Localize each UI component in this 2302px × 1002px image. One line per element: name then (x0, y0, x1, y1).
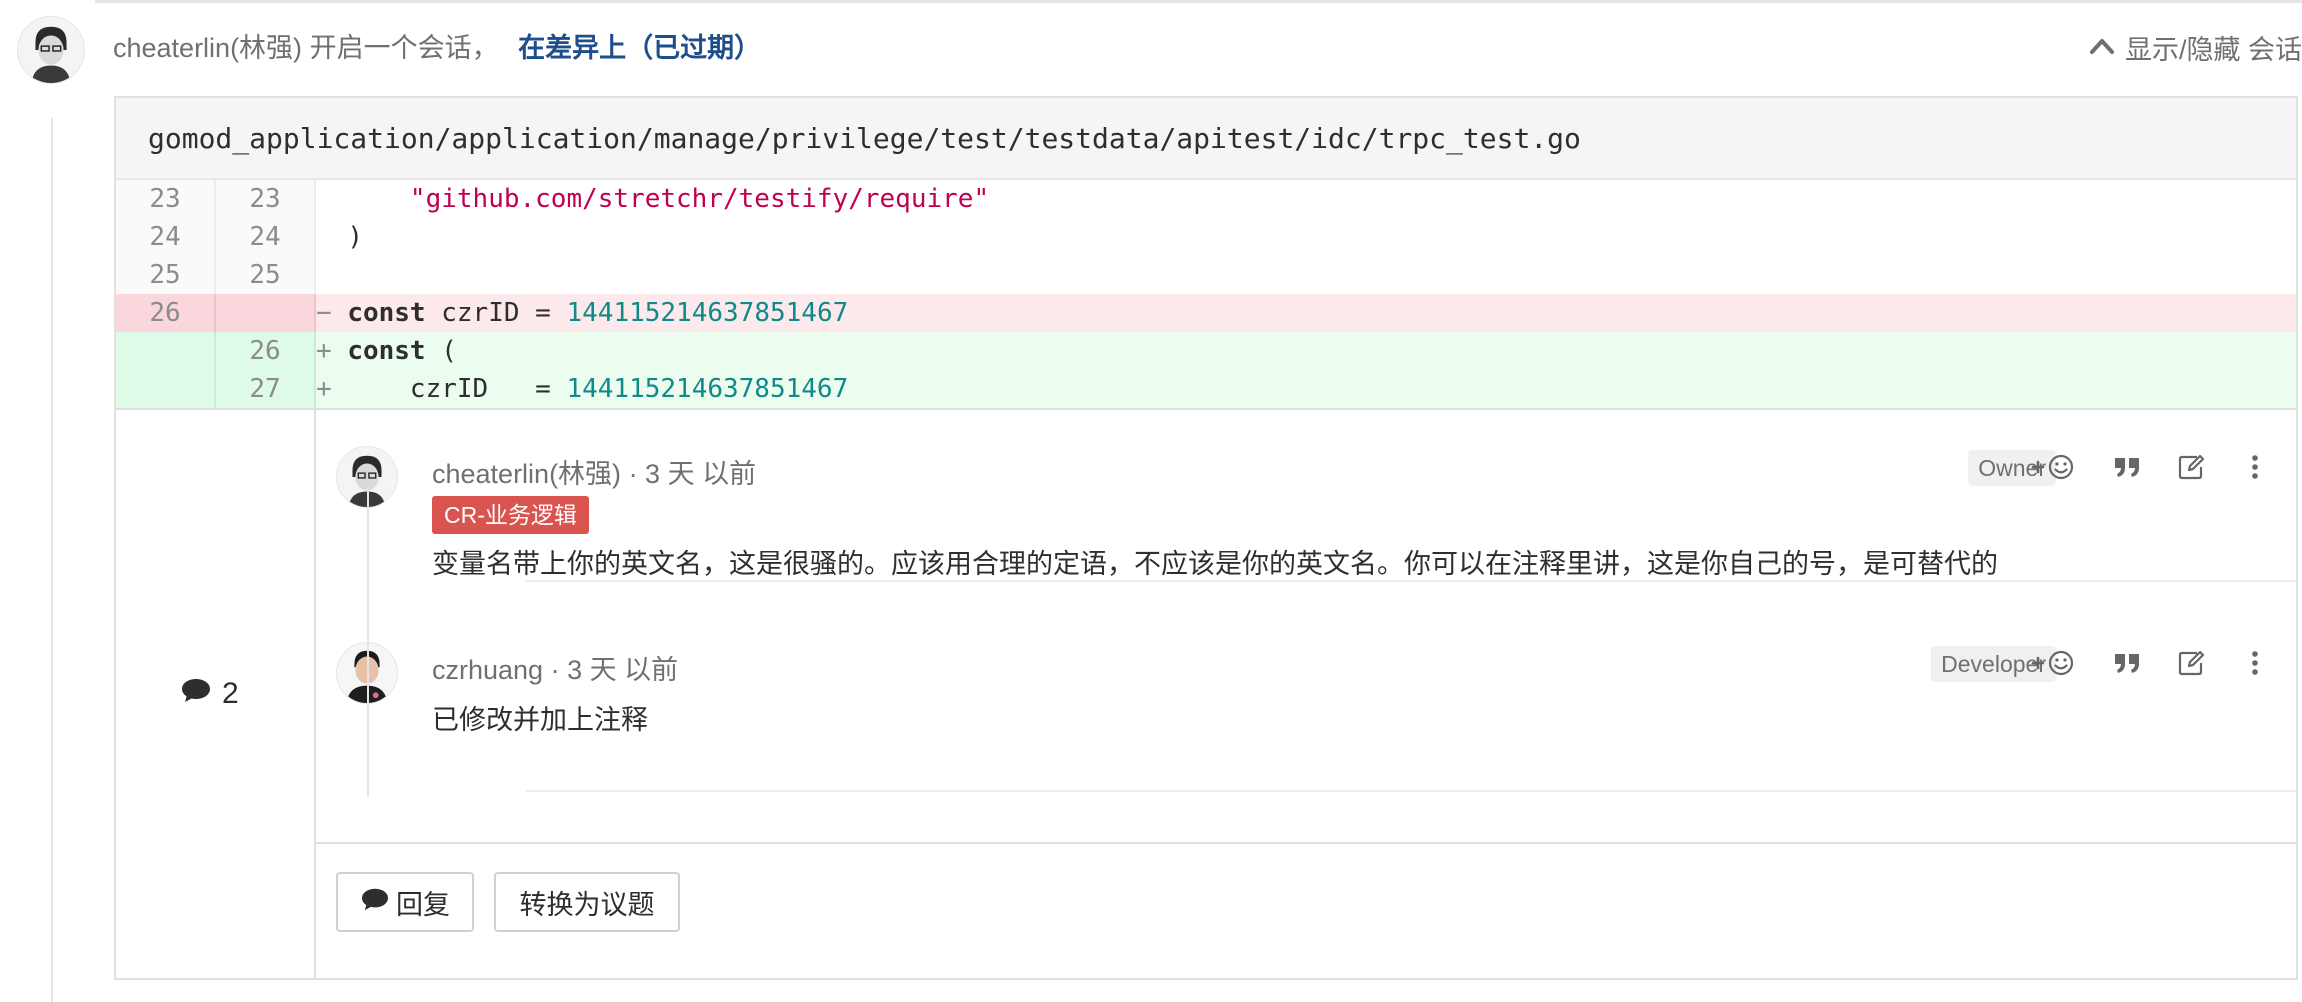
new-line-number[interactable]: 25 (216, 256, 316, 294)
comment-icon (180, 676, 212, 712)
note-author[interactable]: czrhuang (432, 655, 543, 685)
diff-link[interactable]: 在差异上（已过期） (518, 33, 761, 63)
discussion-count-value: 2 (222, 677, 239, 710)
avatar-image (18, 17, 84, 83)
diff-discussion-panel: gomod_application/application/manage/pri… (114, 96, 2298, 980)
add-reaction-icon[interactable] (2028, 648, 2078, 678)
convert-label: 转换为议题 (519, 889, 655, 920)
more-vertical-icon[interactable] (2240, 452, 2270, 482)
code-line: "github.com/stretchr/testify/require" (316, 180, 989, 218)
note-actions (2028, 648, 2270, 678)
old-line-number[interactable]: 23 (116, 180, 216, 218)
new-line-number[interactable]: 26 (216, 332, 316, 370)
discussion-count[interactable]: 2 (180, 676, 239, 712)
note-timestamp[interactable]: · 3 天 以前 (543, 655, 679, 685)
diff-line: 23 23 "github.com/stretchr/testify/requi… (116, 180, 2296, 218)
new-line-number[interactable]: 23 (216, 180, 316, 218)
old-line-number[interactable]: 24 (116, 218, 216, 256)
quote-icon[interactable] (2112, 452, 2142, 482)
diff-line-removed: 26 − const czrID = 144115214637851467 (116, 294, 2296, 332)
discussion-header: cheaterlin(林强) 开启一个会话， 在差异上（已过期） (113, 26, 761, 65)
chevron-up-icon (2089, 32, 2115, 63)
file-path[interactable]: gomod_application/application/manage/pri… (148, 122, 1581, 155)
new-line-number[interactable]: 27 (216, 370, 316, 408)
diff-line-added: 27 + czrID = 144115214637851467 (116, 370, 2296, 408)
author-avatar[interactable] (17, 16, 85, 84)
note-divider (526, 790, 2296, 792)
reply-bar: 回复 转换为议题 (316, 842, 2296, 978)
toggle-discussion-button[interactable]: 显示/隐藏 会话 (2089, 28, 2302, 67)
code-line: + const ( (316, 336, 457, 366)
discussion-area: 2 cheaterlin(林强) · 3 天 以前 Owner CR-业务逻辑 … (116, 408, 2296, 978)
file-header: gomod_application/application/manage/pri… (116, 98, 2296, 180)
code-text: const czrID = 144115214637851467 (347, 298, 849, 328)
diff-line-added: 26 + const ( (116, 332, 2296, 370)
timeline-line (51, 118, 53, 1002)
old-line-number[interactable] (116, 332, 216, 370)
code-line: ) (316, 218, 363, 256)
code-text: "github.com/stretchr/testify/require" (347, 184, 990, 214)
label-badge[interactable]: CR-业务逻辑 (432, 496, 589, 534)
new-line-number[interactable]: 24 (216, 218, 316, 256)
reply-label: 回复 (396, 889, 450, 920)
note-header: czrhuang · 3 天 以前 (432, 648, 678, 687)
note-header: cheaterlin(林强) · 3 天 以前 (432, 452, 756, 491)
code-line: + czrID = 144115214637851467 (316, 374, 849, 404)
toggle-label: 显示/隐藏 会话 (2124, 35, 2302, 65)
note: czrhuang · 3 天 以前 Developer 已修改并加上注释 (316, 642, 2296, 735)
note-divider (526, 580, 2296, 582)
header-action: 开启一个会话， (309, 33, 499, 63)
edit-icon[interactable] (2176, 452, 2206, 482)
note: cheaterlin(林强) · 3 天 以前 Owner CR-业务逻辑 变量… (316, 446, 2296, 579)
reply-button[interactable]: 回复 (336, 872, 474, 932)
new-line-number[interactable] (216, 294, 316, 332)
note-body: 已修改并加上注释 (432, 705, 648, 735)
edit-icon[interactable] (2176, 648, 2206, 678)
comment-icon (360, 886, 390, 919)
note-timestamp[interactable]: · 3 天 以前 (621, 459, 757, 489)
note-author[interactable]: cheaterlin(林强) (432, 459, 621, 489)
diff-line: 25 25 (116, 256, 2296, 294)
thread-line (367, 486, 369, 796)
more-vertical-icon[interactable] (2240, 648, 2270, 678)
old-line-number[interactable]: 26 (116, 294, 216, 332)
old-line-number[interactable]: 25 (116, 256, 216, 294)
old-line-number[interactable] (116, 370, 216, 408)
convert-to-issue-button[interactable]: 转换为议题 (494, 872, 680, 932)
diff-line: 24 24 ) (116, 218, 2296, 256)
code-text: czrID = 144115214637851467 (347, 374, 849, 404)
discussion-gutter: 2 (116, 410, 316, 978)
header-author[interactable]: cheaterlin(林强) (113, 33, 302, 63)
add-reaction-icon[interactable] (2028, 452, 2078, 482)
note-body: 变量名带上你的英文名，这是很骚的。应该用合理的定语，不应该是你的英文名。你可以在… (432, 549, 1998, 579)
code-text: ) (347, 222, 363, 252)
top-divider (95, 0, 2302, 3)
note-actions (2028, 452, 2270, 482)
code-line: − const czrID = 144115214637851467 (316, 298, 849, 328)
quote-icon[interactable] (2112, 648, 2142, 678)
code-text: const ( (347, 336, 457, 366)
